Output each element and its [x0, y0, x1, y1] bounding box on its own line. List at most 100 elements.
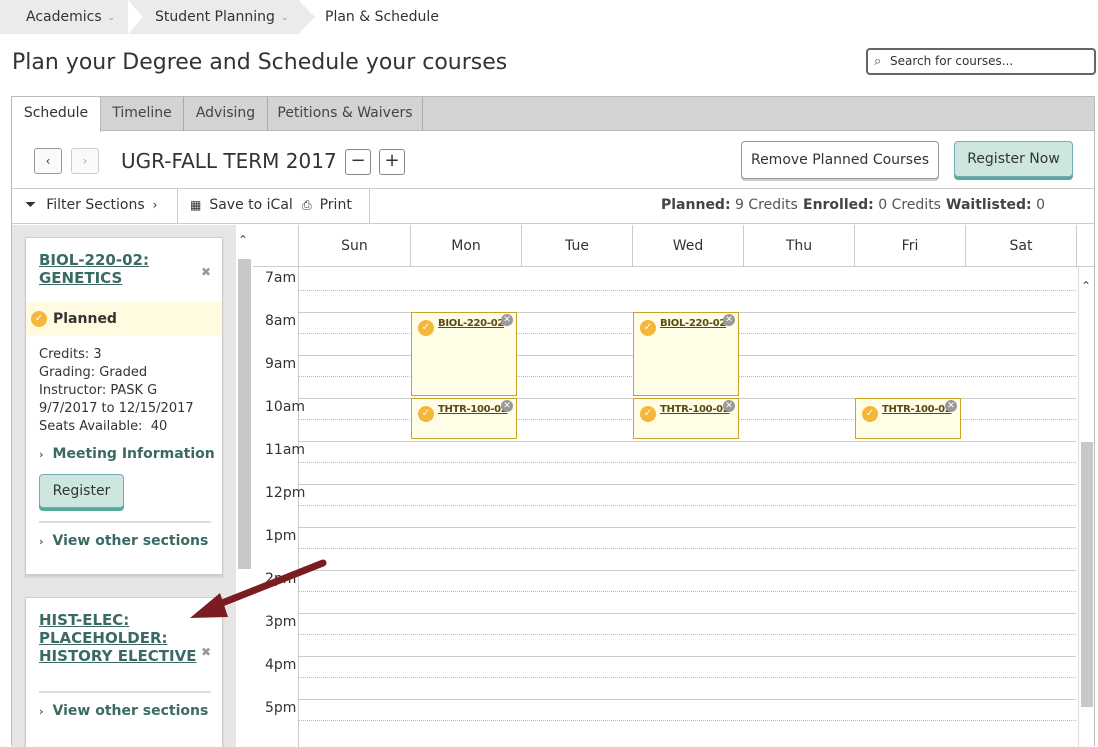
- half-hour-line: [298, 591, 1076, 592]
- hour-label: 4pm: [265, 657, 297, 673]
- calendar-event[interactable]: ✓ THTR-100-02 ✕: [411, 398, 517, 439]
- divider: [39, 521, 211, 523]
- prev-term-button[interactable]: ‹: [34, 148, 62, 174]
- course-list: BIOL-220-02: GENETICS ✖ ✓ Planned Credit…: [12, 225, 253, 747]
- calendar-event[interactable]: ✓ THTR-100-02 ✕: [633, 398, 739, 439]
- grid-line: [298, 613, 1076, 614]
- search-input[interactable]: ⌕ Search for courses...: [866, 48, 1096, 75]
- chevron-right-icon: ›: [152, 198, 158, 212]
- hour-label: 5pm: [265, 700, 297, 716]
- page-title: Plan your Degree and Schedule your cours…: [12, 50, 508, 75]
- scroll-up-icon[interactable]: ⌃: [1081, 279, 1091, 293]
- calendar-event[interactable]: ✓ THTR-100-02 ✕: [855, 398, 961, 439]
- half-hour-line: [298, 548, 1076, 549]
- scroll-up-icon[interactable]: ⌃: [238, 233, 248, 247]
- day-header-mon: Mon: [410, 225, 521, 267]
- tab-petitions-waivers[interactable]: Petitions & Waivers: [268, 97, 423, 131]
- hour-label: 12pm: [265, 485, 306, 501]
- day-header-tue: Tue: [521, 225, 632, 267]
- check-icon: ✓: [418, 406, 434, 422]
- print-label: Print: [319, 197, 352, 213]
- check-icon: ✓: [862, 406, 878, 422]
- planned-label: Planned:: [661, 197, 731, 213]
- chevron-down-icon: ⌄: [280, 13, 289, 23]
- event-label[interactable]: BIOL-220-02: [660, 318, 726, 329]
- remove-course-icon[interactable]: ✖: [201, 265, 211, 279]
- breadcrumb-label: Academics: [26, 9, 102, 25]
- meeting-information-toggle[interactable]: › Meeting Information: [39, 446, 215, 462]
- remove-event-icon[interactable]: ✕: [501, 400, 513, 412]
- seats-text: Seats Available: 40: [39, 419, 168, 434]
- event-label[interactable]: THTR-100-02: [660, 404, 730, 415]
- view-other-sections-link[interactable]: › View other sections: [39, 703, 208, 719]
- remove-event-icon[interactable]: ✕: [723, 314, 735, 326]
- waitlisted-label: Waitlisted:: [946, 197, 1032, 213]
- course-list-scrollbar[interactable]: ⌃: [236, 225, 253, 747]
- hour-label: 10am: [265, 399, 306, 415]
- calendar-grid: 7am8am9am10am11am12pm1pm2pm3pm4pm5pm✓BIO…: [253, 267, 1078, 747]
- tab-schedule[interactable]: Schedule: [12, 97, 101, 132]
- planned-value: 9 Credits: [735, 197, 798, 213]
- hour-label: 7am: [265, 270, 297, 286]
- remove-event-icon[interactable]: ✕: [723, 400, 735, 412]
- check-icon: ✓: [31, 311, 47, 327]
- add-term-button[interactable]: +: [379, 149, 405, 175]
- half-hour-line: [298, 720, 1076, 721]
- remove-term-button[interactable]: −: [345, 149, 371, 175]
- save-to-ical-button[interactable]: ▦ Save to iCal: [190, 189, 293, 224]
- hour-label: 11am: [265, 442, 306, 458]
- tab-advising[interactable]: Advising: [184, 97, 268, 131]
- grid-line: [298, 699, 1076, 700]
- course-title-line: HISTORY ELECTIVE: [39, 647, 197, 665]
- next-term-button[interactable]: ›: [71, 148, 99, 174]
- waitlisted-credits: Waitlisted: 0 Credits: [946, 189, 1094, 246]
- breadcrumb: Academics ⌄ Student Planning ⌄ Plan & Sche…: [0, 0, 1098, 34]
- remove-event-icon[interactable]: ✕: [501, 314, 513, 326]
- course-title-link[interactable]: BIOL-220-02: GENETICS: [39, 251, 149, 287]
- credits-text: Credits: 3: [39, 347, 102, 362]
- course-title-line: BIOL-220-02:: [39, 251, 149, 269]
- enrolled-credits: Enrolled: 0 Credits: [803, 189, 941, 224]
- calendar-event[interactable]: ✓ BIOL-220-02 ✕: [633, 312, 739, 396]
- chevron-right-icon: ›: [39, 448, 44, 461]
- view-other-sections-link[interactable]: › View other sections: [39, 533, 208, 549]
- section-details: Credits: 3 Grading: Graded Instructor: P…: [39, 346, 194, 436]
- grid-line: [298, 484, 1076, 485]
- breadcrumb-separator: [298, 0, 315, 34]
- grading-text: Grading: Graded: [39, 365, 148, 380]
- breadcrumb-student-planning[interactable]: Student Planning ⌄: [155, 0, 288, 34]
- filter-sections-button[interactable]: ⏷ Filter Sections ›: [25, 189, 157, 224]
- event-label[interactable]: THTR-100-02: [438, 404, 508, 415]
- breadcrumb-academics[interactable]: Academics ⌄: [26, 0, 115, 34]
- remove-planned-courses-button[interactable]: Remove Planned Courses: [741, 141, 939, 179]
- other-sections-label: View other sections: [52, 703, 209, 719]
- hour-label: 9am: [265, 356, 297, 372]
- register-button[interactable]: Register: [39, 474, 124, 508]
- breadcrumb-label: Student Planning: [155, 9, 275, 25]
- half-hour-line: [298, 290, 1076, 291]
- register-now-button[interactable]: Register Now: [954, 141, 1073, 177]
- calendar-scrollbar[interactable]: ⌃: [1078, 267, 1094, 747]
- check-icon: ✓: [418, 320, 434, 336]
- course-title-link[interactable]: HIST-ELEC: PLACEHOLDER: HISTORY ELECTIVE: [39, 611, 196, 665]
- tab-timeline[interactable]: Timeline: [101, 97, 184, 131]
- calendar-event[interactable]: ✓ BIOL-220-02 ✕: [411, 312, 517, 396]
- print-button[interactable]: ⎙ Print: [302, 189, 352, 224]
- scrollbar-thumb[interactable]: [1081, 442, 1093, 707]
- day-header-sun: Sun: [298, 225, 410, 267]
- week-calendar: Sun Mon Tue Wed Thu Fri Sat 7am 8am 9am 10a…: [253, 225, 1094, 747]
- dates-text: 9/7/2017 to 12/15/2017: [39, 401, 194, 416]
- event-label[interactable]: BIOL-220-02: [438, 318, 504, 329]
- enrolled-label: Enrolled:: [803, 197, 874, 213]
- search-icon: ⌕: [874, 54, 882, 69]
- hour-label: 8am: [265, 313, 297, 329]
- event-label[interactable]: THTR-100-02: [882, 404, 952, 415]
- other-sections-label: View other sections: [52, 533, 209, 549]
- remove-event-icon[interactable]: ✕: [945, 400, 957, 412]
- remove-course-icon[interactable]: ✖: [201, 645, 211, 659]
- day-header-sat: Sat: [965, 225, 1077, 267]
- check-icon: ✓: [640, 406, 656, 422]
- scrollbar-thumb[interactable]: [238, 259, 251, 569]
- annotation-arrow: [190, 559, 327, 618]
- filter-icon: ⏷: [25, 197, 37, 213]
